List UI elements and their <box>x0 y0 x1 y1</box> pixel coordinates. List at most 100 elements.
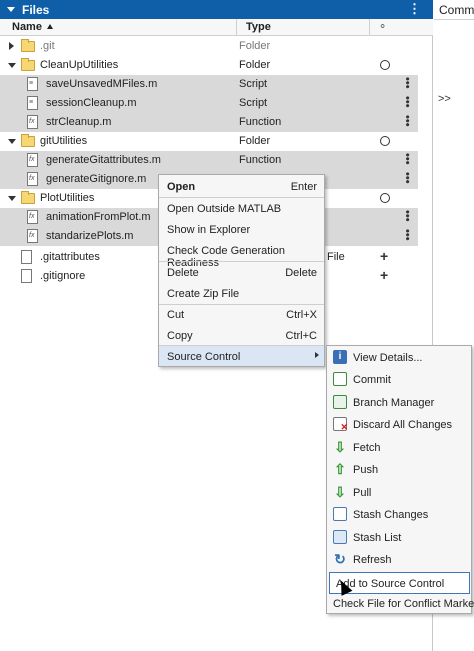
menu-item-refresh[interactable]: ↻ Refresh <box>327 549 471 571</box>
discard-icon <box>333 417 348 433</box>
menu-item-check-conflict-markers[interactable]: Check File for Conflict Markers <box>327 593 474 615</box>
row-type: Function <box>239 116 282 128</box>
expand-chevron-icon[interactable]: >> <box>438 93 451 105</box>
menu-item-open[interactable]: Open Enter <box>159 176 324 196</box>
function-file-icon: fx <box>27 115 38 129</box>
row-type: Folder <box>239 59 271 71</box>
list-item[interactable]: fx generateGitattributes.m Function ••• <box>0 151 418 170</box>
row-name: strCleanup.m <box>46 116 112 128</box>
menu-item-branch-manager[interactable]: Branch Manager <box>327 392 471 414</box>
sort-ascending-icon <box>46 24 53 29</box>
list-item[interactable]: ≡ sessionCleanup.m Script ••• <box>0 94 418 113</box>
not-modified-status-icon <box>380 193 390 203</box>
folder-icon <box>21 39 35 52</box>
menu-item-open-outside-matlab[interactable]: Open Outside MATLAB <box>159 198 324 218</box>
info-icon: i <box>333 350 347 364</box>
row-type: Function <box>239 154 282 166</box>
menu-item-check-codegen[interactable]: Check Code Generation Readiness <box>159 240 324 269</box>
panel-title: Files <box>22 2 50 17</box>
script-file-icon: ≡ <box>27 96 38 110</box>
context-menu: Open Enter Open Outside MATLAB Show in Ex… <box>158 174 325 367</box>
function-file-icon: fx <box>27 210 38 224</box>
function-file-icon: fx <box>27 153 38 167</box>
menu-item-cut[interactable]: Cut Ctrl+X <box>159 304 324 324</box>
panel-menu-icon[interactable]: ⋮ <box>408 2 421 16</box>
list-item[interactable]: .git Folder <box>0 37 418 56</box>
row-menu-icon[interactable]: ••• <box>401 153 413 165</box>
collapse-icon[interactable] <box>8 63 16 68</box>
row-name: generateGitignore.m <box>46 173 147 185</box>
menu-item-show-in-explorer[interactable]: Show in Explorer <box>159 219 324 239</box>
collapse-triangle-icon[interactable] <box>7 7 15 12</box>
fetch-icon: ⇩ <box>334 439 346 455</box>
menu-item-copy[interactable]: Copy Ctrl+C <box>159 325 324 345</box>
pull-icon: ⇩ <box>334 484 346 500</box>
list-item[interactable]: CleanUpUtilities Folder <box>0 56 418 75</box>
row-name: saveUnsavedMFiles.m <box>46 78 158 90</box>
row-name: PlotUtilities <box>40 192 95 204</box>
source-control-column-icon[interactable]: ⚬ <box>378 20 387 33</box>
row-name: generateGitattributes.m <box>46 154 161 166</box>
collapse-icon[interactable] <box>8 139 16 144</box>
row-menu-icon[interactable]: ••• <box>401 210 413 222</box>
menu-item-stash-list[interactable]: Stash List <box>327 527 471 549</box>
row-name: standarizePlots.m <box>46 230 134 242</box>
row-name: CleanUpUtilities <box>40 59 119 71</box>
menu-item-source-control[interactable]: Source Control <box>159 346 324 366</box>
menu-item-view-details[interactable]: i View Details... <box>327 347 471 369</box>
name-column-header[interactable]: Name <box>12 21 53 33</box>
row-menu-icon[interactable]: ••• <box>401 115 413 127</box>
source-control-submenu: iView Details... Commit Branch Manager D… <box>326 345 474 615</box>
row-menu-icon[interactable]: ••• <box>401 229 413 241</box>
row-name: sessionCleanup.m <box>46 97 137 109</box>
menu-item-discard-all-changes[interactable]: Discard All Changes <box>327 414 471 436</box>
row-type: Folder <box>239 135 271 147</box>
menu-item-delete[interactable]: Delete Delete <box>159 262 324 282</box>
menu-item-commit[interactable]: Commit <box>327 369 471 391</box>
stash-icon <box>333 507 347 521</box>
menu-item-push[interactable]: ⇧ Push <box>327 459 471 481</box>
row-name: .gitattributes <box>40 251 100 263</box>
menu-item-fetch[interactable]: ⇩ Fetch <box>327 437 471 459</box>
menu-item-create-zip[interactable]: Create Zip File <box>159 283 324 303</box>
row-type: Folder <box>239 40 271 52</box>
files-titlebar: Files ⋮ <box>0 0 433 19</box>
list-item[interactable]: ≡ saveUnsavedMFiles.m Script ••• <box>0 75 418 94</box>
folder-icon <box>21 134 35 147</box>
command-window-title: Comma <box>439 3 474 17</box>
row-type: Script <box>239 97 268 109</box>
folder-icon <box>21 191 35 204</box>
stash-list-icon <box>333 530 347 544</box>
row-name: .gitignore <box>40 270 86 282</box>
folder-icon <box>21 58 35 71</box>
row-name: .git <box>40 40 55 52</box>
file-icon <box>21 250 32 264</box>
list-item[interactable]: fx strCleanup.m Function ••• <box>0 113 418 132</box>
column-header: Name Type ⚬ <box>0 19 433 36</box>
menu-item-pull[interactable]: ⇩ Pull <box>327 482 471 504</box>
not-modified-status-icon <box>380 60 390 70</box>
row-menu-icon[interactable]: ••• <box>401 77 413 89</box>
row-name: gitUtilities <box>40 135 88 147</box>
not-modified-status-icon <box>380 136 390 146</box>
row-menu-icon[interactable]: ••• <box>401 96 413 108</box>
commit-icon <box>333 372 347 386</box>
type-column-header[interactable]: Type <box>246 21 271 33</box>
collapse-icon[interactable] <box>8 196 16 201</box>
push-icon: ⇧ <box>334 461 346 477</box>
submenu-arrow-icon <box>315 352 319 358</box>
add-to-source-control-icon: + <box>380 267 389 283</box>
function-file-icon: fx <box>27 172 38 186</box>
refresh-icon: ↻ <box>334 551 346 567</box>
function-file-icon: fx <box>27 229 38 243</box>
row-type: Script <box>239 78 268 90</box>
branch-icon <box>333 395 347 409</box>
file-icon <box>21 269 32 283</box>
expand-icon[interactable] <box>9 42 14 50</box>
row-menu-icon[interactable]: ••• <box>401 172 413 184</box>
list-item[interactable]: gitUtilities Folder <box>0 132 418 151</box>
script-file-icon: ≡ <box>27 77 38 91</box>
menu-item-stash-changes[interactable]: Stash Changes <box>327 504 471 526</box>
row-type: File <box>327 251 345 263</box>
add-to-source-control-icon: + <box>380 248 389 264</box>
